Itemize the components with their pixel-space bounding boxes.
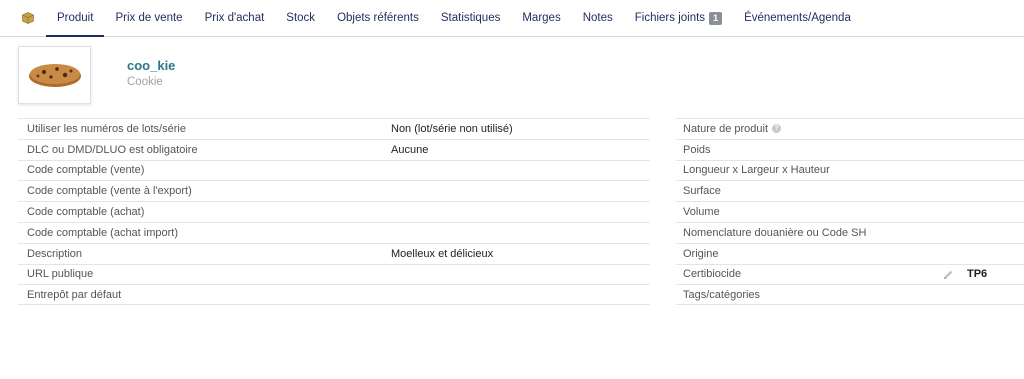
tab-prix-de-vente[interactable]: Prix de vente: [104, 0, 193, 36]
tab-label: Statistiques: [440, 12, 501, 24]
field-label: Code comptable (vente à l'export): [27, 185, 192, 198]
tab-stock[interactable]: Stock: [275, 0, 326, 36]
field-label: Longueur x Largeur x Hauteur: [683, 164, 830, 177]
field-label: Origine: [683, 247, 719, 260]
table-row: Poids: [676, 138, 1024, 160]
table-row: Entrepôt par défaut: [18, 284, 650, 306]
field-label: Code comptable (vente): [27, 164, 145, 177]
table-row: Volume: [676, 201, 1024, 222]
table-row: Code comptable (vente): [18, 159, 650, 181]
tab-marges[interactable]: Marges: [511, 0, 571, 36]
tab-label: Fichiers joints: [634, 12, 706, 24]
tab-label: Produit: [57, 12, 94, 24]
table-row: Surface: [676, 180, 1024, 201]
field-label: Tags/catégories: [683, 288, 761, 301]
tab-bar: Produit Prix de vente Prix d'achat Stock…: [0, 0, 1024, 37]
table-row: Code comptable (vente à l'export): [18, 180, 650, 201]
table-row: Nature de produit ?: [676, 118, 1024, 139]
product-photo[interactable]: [18, 46, 91, 104]
field-label: Nomenclature douanière ou Code SH: [683, 226, 867, 239]
tab-label: Événements/Agenda: [744, 12, 851, 24]
right-field-table: Nature de produit ? Poids Longueur x Lar…: [676, 118, 1024, 306]
field-label: Description: [27, 247, 83, 260]
field-label: Entrepôt par défaut: [27, 288, 122, 301]
field-value: Non (lot/série non utilisé): [391, 122, 513, 135]
tab-notes[interactable]: Notes: [572, 0, 624, 36]
product-label: Cookie: [127, 76, 163, 88]
tab-label: Prix de vente: [115, 12, 183, 24]
field-label: Volume: [683, 206, 720, 219]
table-row: Code comptable (achat import): [18, 221, 650, 243]
field-label: URL publique: [27, 268, 94, 281]
tab-evenements-agenda[interactable]: Événements/Agenda: [733, 0, 862, 36]
tab-label: Objets référents: [337, 12, 419, 24]
attachment-count-badge: 1: [709, 11, 723, 25]
field-label: Surface: [683, 185, 721, 198]
table-row: Longueur x Largeur x Hauteur: [676, 159, 1024, 181]
field-label: Code comptable (achat import): [27, 226, 179, 239]
table-row: Nomenclature douanière ou Code SH: [676, 221, 1024, 243]
info-icon: ?: [772, 124, 781, 134]
cookie-image: [28, 64, 81, 87]
tab-label: Notes: [582, 12, 613, 24]
table-row: DLC ou DMD/DLUO est obligatoire Aucune: [18, 138, 650, 160]
tab-fichiers-joints[interactable]: Fichiers joints 1: [624, 0, 733, 36]
field-value: Aucune: [391, 143, 429, 156]
field-label: Nature de produit: [683, 122, 768, 135]
table-row: Origine: [676, 242, 1024, 264]
field-value: Moelleux et délicieux: [391, 247, 494, 260]
field-label: Utiliser les numéros de lots/série: [27, 122, 186, 135]
tab-label: Stock: [286, 12, 316, 24]
edit-pencil-icon[interactable]: [942, 269, 954, 284]
tab-label: Prix d'achat: [204, 12, 265, 24]
table-row: Code comptable (achat): [18, 201, 650, 222]
table-row: Utiliser les numéros de lots/série Non (l…: [18, 118, 650, 139]
field-label: DLC ou DMD/DLUO est obligatoire: [27, 143, 198, 156]
table-row: URL publique: [18, 263, 650, 285]
table-row: Description Moelleux et délicieux: [18, 242, 650, 264]
tab-objets-referents[interactable]: Objets référents: [326, 0, 430, 36]
tab-prix-d-achat[interactable]: Prix d'achat: [194, 0, 276, 36]
tab-label: Marges: [522, 12, 561, 24]
product-box-icon: [16, 0, 46, 36]
field-label: Poids: [683, 143, 711, 156]
field-label: Certibiocide: [683, 268, 742, 281]
left-field-table: Utiliser les numéros de lots/série Non (l…: [18, 118, 650, 306]
tab-statistiques[interactable]: Statistiques: [430, 0, 511, 36]
product-ref: coo_kie: [127, 58, 176, 73]
table-row: Certibiocide TP6: [676, 263, 1024, 285]
tab-produit[interactable]: Produit: [46, 0, 105, 37]
field-label: Code comptable (achat): [27, 206, 145, 219]
table-row: Tags/catégories: [676, 284, 1024, 306]
certibiocide-value: TP6: [967, 268, 988, 281]
